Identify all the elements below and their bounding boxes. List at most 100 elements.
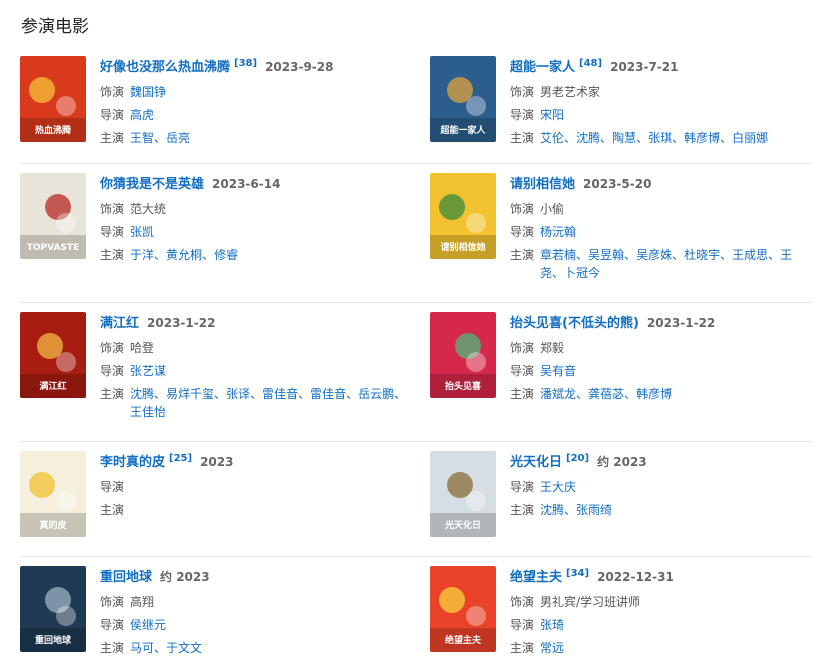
cast-list: 章若楠、吴昱翰、吴彦姝、杜晓宇、王成思、王尧、卜冠今 [540, 246, 800, 282]
director-list: 张凯 [130, 223, 154, 241]
film-title-link[interactable]: 抬头见喜(不低头的熊) [510, 312, 639, 331]
film-title-link[interactable]: 光天化日 [510, 451, 562, 470]
director-label: 导演 [510, 618, 535, 632]
film-poster[interactable]: 热血沸腾 [20, 56, 86, 142]
cast-link[interactable]: 龚蓓苾 [588, 387, 624, 401]
cast-link[interactable]: 章若楠 [540, 248, 576, 262]
cast-link[interactable]: 韩彦博 [684, 131, 720, 145]
cast-link[interactable]: 王成思 [732, 248, 768, 262]
director-link[interactable]: 张艺谋 [130, 364, 166, 378]
release-date: 2022-12-31 [597, 570, 674, 584]
citation-link[interactable]: [48] [579, 58, 602, 69]
film-title-link[interactable]: 满江红 [100, 312, 139, 331]
cast-link[interactable]: 雷佳音 [310, 387, 346, 401]
separator: 、 [564, 503, 577, 517]
cast-link[interactable]: 岳亮 [166, 131, 190, 145]
cast-link[interactable]: 杜晓宇 [684, 248, 720, 262]
director-link[interactable]: 王大庆 [540, 480, 576, 494]
director-link[interactable]: 高虎 [130, 108, 154, 122]
director-list: 杨沅翰 [540, 223, 576, 241]
cast-label: 主演 [100, 248, 125, 262]
role-value: 郑毅 [540, 341, 565, 355]
film-title-link[interactable]: 请别相信她 [510, 173, 575, 192]
director-link[interactable]: 侯继元 [130, 618, 166, 632]
cast-link[interactable]: 王智 [130, 131, 154, 145]
director-label: 导演 [510, 225, 535, 239]
cast-label: 主演 [510, 387, 535, 401]
director-label: 导演 [100, 364, 125, 378]
director-list: 吴有音 [540, 362, 576, 380]
film-poster[interactable]: 超能一家人 [430, 56, 496, 142]
cast-link[interactable]: 雷佳音 [262, 387, 298, 401]
role-link[interactable]: 魏国铮 [130, 85, 166, 99]
citation-link[interactable]: [25] [169, 453, 192, 464]
role-row: 饰演 男礼宾/学习班讲师 [510, 593, 800, 611]
citation-link[interactable]: [34] [566, 568, 589, 579]
cast-link[interactable]: 张雨绮 [576, 503, 612, 517]
citation-link[interactable]: [20] [566, 453, 589, 464]
role-label: 饰演 [100, 595, 125, 609]
separator: 、 [250, 387, 263, 401]
cast-link[interactable]: 吴彦姝 [636, 248, 672, 262]
role-value: 哈登 [130, 341, 155, 355]
film-title-link[interactable]: 好像也没那么热血沸腾 [100, 56, 230, 75]
film-poster[interactable]: 重回地球 [20, 566, 86, 652]
cast-list: 潘斌龙、龚蓓苾、韩彦博 [540, 385, 672, 403]
cast-link[interactable]: 马可 [130, 641, 154, 655]
film-title-line: 你猜我是不是英雄 2023-6-14 [100, 173, 418, 195]
film-poster[interactable]: 真的皮 [20, 451, 86, 537]
citation-link[interactable]: [38] [234, 58, 257, 69]
svg-text:真的皮: 真的皮 [39, 519, 67, 531]
cast-link[interactable]: 沈腾 [540, 503, 564, 517]
cast-label: 主演 [510, 248, 535, 262]
film-title-link[interactable]: 你猜我是不是英雄 [100, 173, 204, 192]
director-row: 导演 高虎 [100, 106, 418, 124]
film-title-link[interactable]: 重回地球 [100, 566, 152, 585]
cast-link[interactable]: 修睿 [214, 248, 238, 262]
film-poster[interactable]: 满江红 [20, 312, 86, 398]
film-title-link[interactable]: 绝望主夫 [510, 566, 562, 585]
cast-link[interactable]: 黄允桐 [166, 248, 202, 262]
cast-link[interactable]: 白丽娜 [732, 131, 768, 145]
cast-link[interactable]: 岳云鹏 [358, 387, 394, 401]
cast-link[interactable]: 易烊千玺 [166, 387, 214, 401]
role-row: 饰演 哈登 [100, 339, 418, 357]
cast-link[interactable]: 张译 [226, 387, 250, 401]
cast-link[interactable]: 常远 [540, 641, 564, 655]
cast-row: 主演 马可、于文文 [100, 639, 418, 657]
film-poster[interactable]: 请别相信她 [430, 173, 496, 259]
cast-list: 王智、岳亮 [130, 129, 190, 147]
role-row: 饰演 魏国铮 [100, 83, 418, 101]
role-value: 小偷 [540, 202, 565, 216]
director-link[interactable]: 宋阳 [540, 108, 564, 122]
film-poster[interactable]: 抬头见喜 [430, 312, 496, 398]
film-title-link[interactable]: 李时真的皮 [100, 451, 165, 470]
cast-link[interactable]: 于文文 [166, 641, 202, 655]
cast-link[interactable]: 王佳怡 [130, 405, 166, 419]
director-link[interactable]: 张凯 [130, 225, 154, 239]
director-link[interactable]: 杨沅翰 [540, 225, 576, 239]
cast-link[interactable]: 于洋 [130, 248, 154, 262]
cast-row: 主演 潘斌龙、龚蓓苾、韩彦博 [510, 385, 800, 403]
separator: 、 [576, 387, 589, 401]
cast-link[interactable]: 卜冠今 [564, 266, 600, 280]
director-link[interactable]: 吴有音 [540, 364, 576, 378]
film-title-link[interactable]: 超能一家人 [510, 56, 575, 75]
cast-link[interactable]: 艾伦 [540, 131, 564, 145]
film-poster[interactable]: 绝望主夫 [430, 566, 496, 652]
cast-link[interactable]: 潘斌龙 [540, 387, 576, 401]
cast-link[interactable]: 韩彦博 [636, 387, 672, 401]
film-card: 重回地球 重回地球约 2023 饰演 高翔 导演 侯继元 主演 马可、于文文 [20, 557, 430, 667]
film-info: 好像也没那么热血沸腾 [38] 2023-9-28 饰演 魏国铮 导演 高虎 主演 王智、岳亮 [100, 56, 430, 153]
cast-link[interactable]: 张琪 [648, 131, 672, 145]
film-poster[interactable]: TOPVASTE [20, 173, 86, 259]
cast-row: 主演 沈腾、易烊千玺、张译、雷佳音、雷佳音、岳云鹏、王佳怡 [100, 385, 418, 421]
film-poster[interactable]: 光天化日 [430, 451, 496, 537]
cast-link[interactable]: 沈腾 [576, 131, 600, 145]
cast-link[interactable]: 陶慧 [612, 131, 636, 145]
cast-link[interactable]: 吴昱翰 [588, 248, 624, 262]
cast-link[interactable]: 沈腾 [130, 387, 154, 401]
director-link[interactable]: 张琦 [540, 618, 564, 632]
role-value: 高翔 [130, 595, 155, 609]
separator: 、 [672, 131, 685, 145]
